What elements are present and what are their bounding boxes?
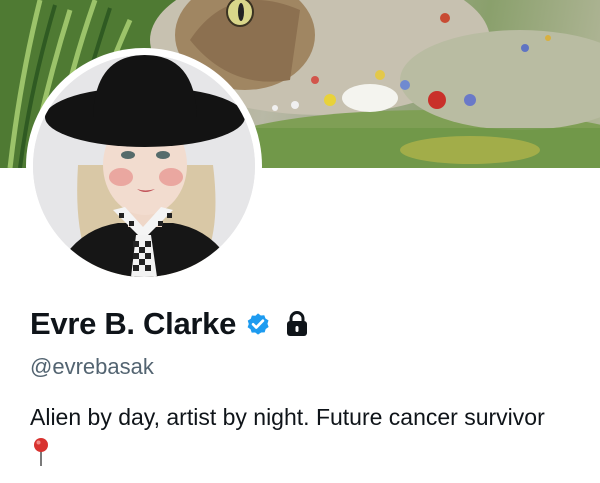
avatar[interactable] [33, 55, 255, 277]
profile-display-name: Evre B. Clarke [30, 306, 237, 341]
profile-bio: Alien by day, artist by night. Future ca… [30, 404, 545, 430]
round-pushpin-icon [33, 437, 49, 467]
lock-icon [286, 311, 308, 337]
verified-badge-icon[interactable] [244, 310, 272, 338]
profile-name-row: Evre B. Clarke [30, 306, 308, 342]
profile-handle: @evrebasak [30, 354, 154, 379]
